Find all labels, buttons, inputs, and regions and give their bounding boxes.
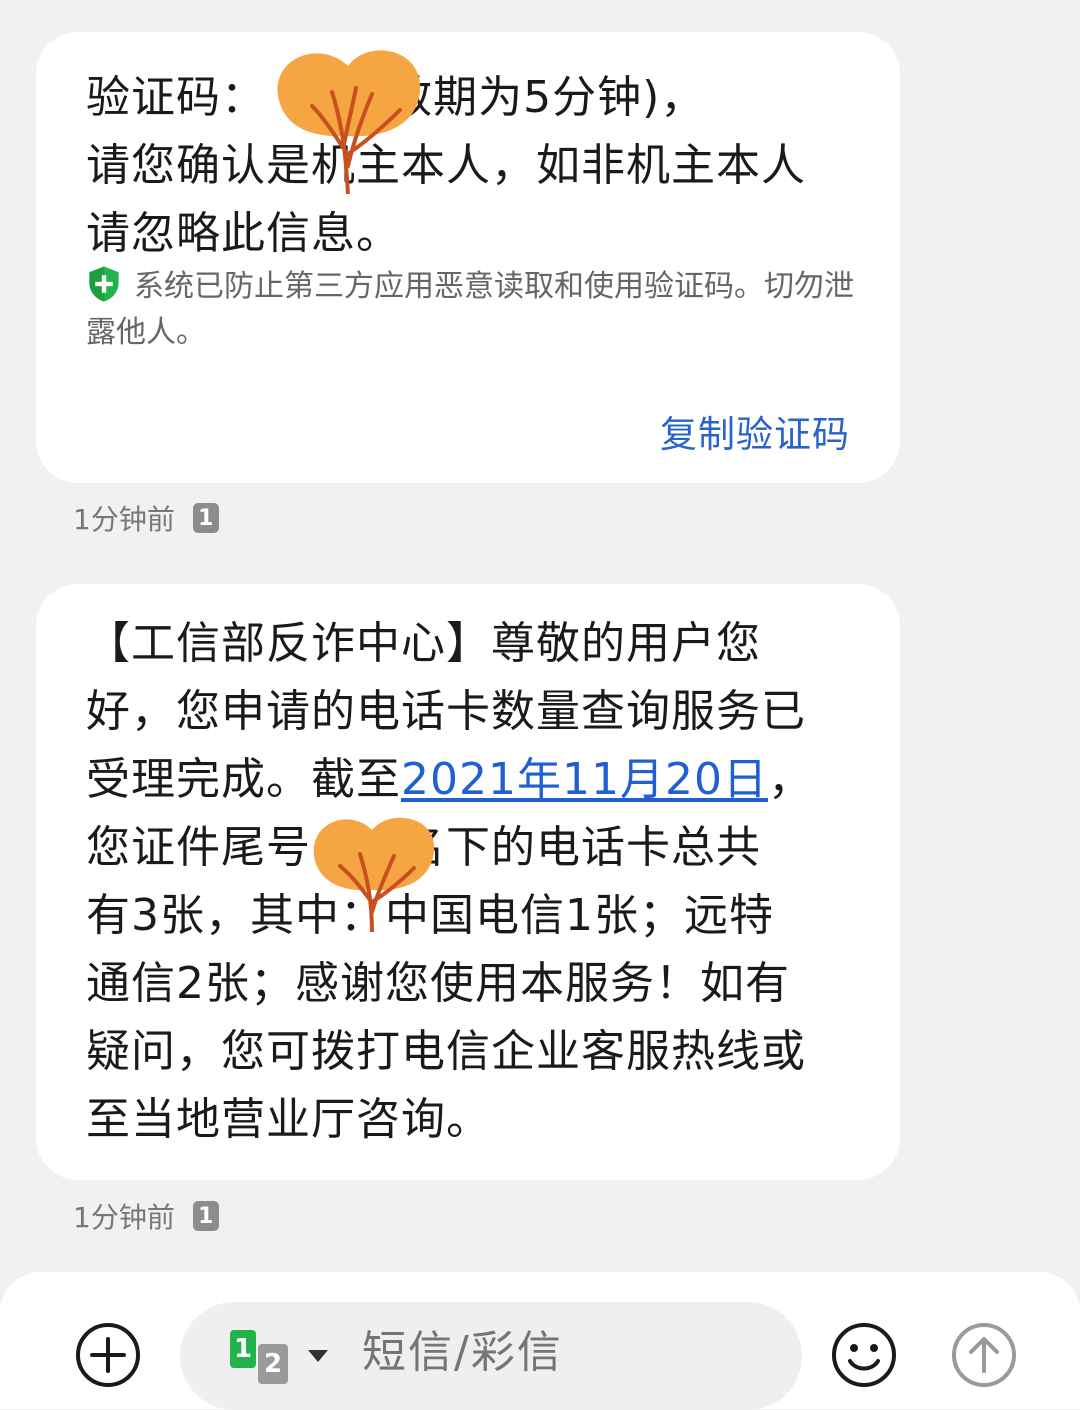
sim-selector[interactable]: 1 2 xyxy=(230,1330,330,1386)
anti-fraud-message-bubble[interactable]: 【工信部反诈中心】尊敬的用户您 好，您申请的电话卡数量查询服务已 受理完成。截至… xyxy=(36,584,900,1180)
message-timestamp: 1分钟前 1 xyxy=(73,498,219,538)
verification-message-bubble[interactable]: 验证码： 4(有效期为5分钟)， 请您确认是机主本人，如非机主本人 请忽略此信息… xyxy=(36,32,900,483)
date-link[interactable]: 2021年11月20日 xyxy=(401,754,768,805)
security-notice: 系统已防止第三方应用恶意读取和使用验证码。切勿泄露他人。 xyxy=(86,264,876,356)
time-label: 1分钟前 xyxy=(73,1201,175,1234)
message-body: 验证码： 4(有效期为5分钟)， 请您确认是机主本人，如非机主本人 请忽略此信息… xyxy=(86,72,806,259)
smiley-icon[interactable] xyxy=(830,1321,898,1389)
sim-badge: 1 xyxy=(192,1201,219,1231)
sim-2-icon: 2 xyxy=(258,1344,288,1384)
message-body: 【工信部反诈中心】尊敬的用户您 好，您申请的电话卡数量查询服务已 受理完成。截至… xyxy=(86,610,876,1154)
plus-circle-icon[interactable] xyxy=(74,1321,142,1389)
caret-down-icon xyxy=(308,1350,328,1362)
shield-icon xyxy=(89,266,119,302)
message-timestamp: 1分钟前 1 xyxy=(73,1196,219,1236)
sim-1-icon: 1 xyxy=(230,1330,256,1368)
security-notice-text: 系统已防止第三方应用恶意读取和使用验证码。切勿泄露他人。 xyxy=(86,269,854,350)
message-input[interactable] xyxy=(360,1326,764,1379)
message-text: ， 您证件尾号 名下的电话卡总共 有3张，其中：中国电信1张；远特 通信2张；感… xyxy=(86,754,813,1145)
sim-badge: 1 xyxy=(192,503,219,533)
send-arrow-icon[interactable] xyxy=(950,1321,1018,1389)
time-label: 1分钟前 xyxy=(73,503,175,536)
message-input-area[interactable]: 1 2 xyxy=(180,1302,802,1410)
copy-code-button[interactable]: 复制验证码 xyxy=(660,404,850,458)
message-composer: 1 2 xyxy=(0,1272,1080,1410)
